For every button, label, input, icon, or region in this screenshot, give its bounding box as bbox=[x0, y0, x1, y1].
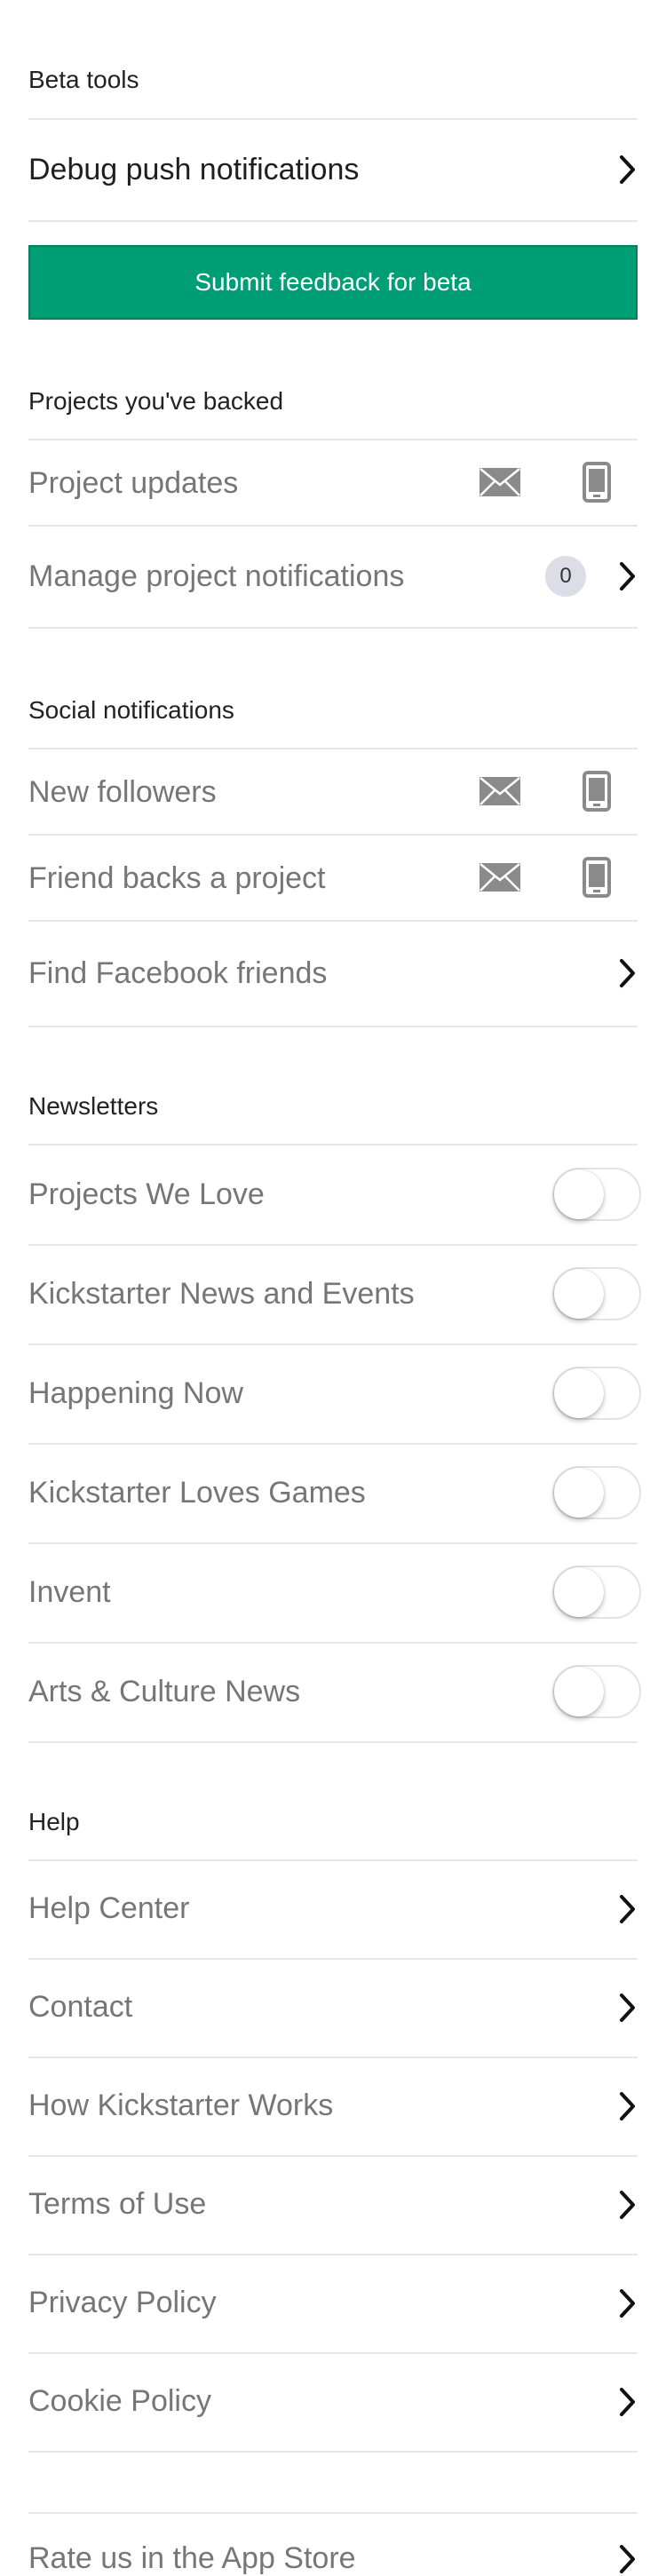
chevron-right-icon bbox=[618, 2544, 638, 2574]
count-badge: 0 bbox=[545, 556, 586, 597]
divider bbox=[28, 1741, 638, 1743]
new-followers-row: New followers bbox=[28, 749, 638, 834]
toggle-knob bbox=[554, 1468, 604, 1518]
row-label: Invent bbox=[28, 1575, 111, 1609]
chevron-right-icon bbox=[618, 561, 638, 591]
row-label: Manage project notifications bbox=[28, 559, 405, 593]
friend-backs-project-row: Friend backs a project bbox=[28, 835, 638, 920]
newsletter-row-invent: Invent bbox=[28, 1543, 641, 1642]
newsletter-toggle[interactable] bbox=[552, 1168, 641, 1221]
chevron-right-icon bbox=[618, 2190, 638, 2220]
newsletter-row-arts-culture: Arts & Culture News bbox=[28, 1643, 641, 1741]
row-label: Happening Now bbox=[28, 1376, 243, 1410]
row-label: Kickstarter News and Events bbox=[28, 1277, 415, 1311]
row-label: New followers bbox=[28, 775, 217, 809]
manage-project-notifications-row[interactable]: Manage project notifications 0 bbox=[28, 526, 638, 627]
phone-notification-icon[interactable] bbox=[583, 771, 611, 812]
chevron-right-icon bbox=[618, 155, 638, 185]
divider bbox=[28, 2451, 638, 2453]
row-label: Projects We Love bbox=[28, 1177, 265, 1211]
chevron-right-icon bbox=[618, 2288, 638, 2318]
newsletter-toggle[interactable] bbox=[552, 1367, 641, 1420]
row-label: Terms of Use bbox=[28, 2187, 207, 2221]
row-label: How Kickstarter Works bbox=[28, 2089, 334, 2122]
newsletter-row-kickstarter-news: Kickstarter News and Events bbox=[28, 1245, 641, 1343]
toggle-knob bbox=[554, 1269, 604, 1319]
newsletter-toggle[interactable] bbox=[552, 1565, 641, 1619]
row-label: Help Center bbox=[28, 1891, 190, 1925]
help-row-privacy-policy[interactable]: Privacy Policy bbox=[28, 2255, 638, 2352]
toggle-knob bbox=[554, 1567, 604, 1617]
divider bbox=[28, 627, 638, 629]
chevron-right-icon bbox=[618, 958, 638, 988]
phone-notification-icon[interactable] bbox=[583, 857, 611, 898]
project-updates-row: Project updates bbox=[28, 440, 638, 525]
help-row-contact[interactable]: Contact bbox=[28, 1959, 638, 2057]
divider bbox=[28, 220, 638, 222]
toggle-knob bbox=[554, 1368, 604, 1418]
email-notification-icon[interactable] bbox=[480, 777, 520, 805]
row-label: Project updates bbox=[28, 466, 239, 500]
phone-notification-icon[interactable] bbox=[583, 462, 611, 503]
toggle-knob bbox=[554, 1667, 604, 1716]
help-row-how-kickstarter-works[interactable]: How Kickstarter Works bbox=[28, 2057, 638, 2155]
row-label: Find Facebook friends bbox=[28, 956, 328, 990]
submit-feedback-button[interactable]: Submit feedback for beta bbox=[28, 245, 638, 320]
chevron-right-icon bbox=[618, 1993, 638, 2023]
chevron-right-icon bbox=[618, 1894, 638, 1924]
row-label: Rate us in the App Store bbox=[28, 2541, 356, 2575]
divider bbox=[28, 1026, 638, 1027]
section-title-projects-backed: Projects you've backed bbox=[28, 387, 284, 415]
section-title-social-notifications: Social notifications bbox=[28, 696, 234, 724]
rate-app-store-row[interactable]: Rate us in the App Store bbox=[28, 2513, 638, 2575]
section-title-newsletters: Newsletters bbox=[28, 1092, 159, 1120]
row-label: Arts & Culture News bbox=[28, 1675, 301, 1708]
debug-push-notifications-row[interactable]: Debug push notifications bbox=[28, 119, 638, 220]
row-label: Privacy Policy bbox=[28, 2286, 217, 2319]
newsletter-toggle[interactable] bbox=[552, 1665, 641, 1718]
row-label: Kickstarter Loves Games bbox=[28, 1476, 366, 1510]
section-title-help: Help bbox=[28, 1808, 80, 1835]
row-label: Cookie Policy bbox=[28, 2384, 211, 2418]
email-notification-icon[interactable] bbox=[480, 863, 520, 892]
newsletter-toggle[interactable] bbox=[552, 1267, 641, 1320]
help-row-help-center[interactable]: Help Center bbox=[28, 1860, 638, 1958]
toggle-knob bbox=[554, 1169, 604, 1219]
row-label: Friend backs a project bbox=[28, 861, 326, 895]
help-row-cookie-policy[interactable]: Cookie Policy bbox=[28, 2353, 638, 2451]
row-label: Contact bbox=[28, 1990, 133, 2024]
chevron-right-icon bbox=[618, 2091, 638, 2121]
row-label: Debug push notifications bbox=[28, 153, 360, 186]
chevron-right-icon bbox=[618, 2387, 638, 2417]
email-notification-icon[interactable] bbox=[480, 468, 520, 496]
section-title-beta-tools: Beta tools bbox=[28, 66, 139, 93]
newsletter-toggle[interactable] bbox=[552, 1466, 641, 1519]
help-row-terms-of-use[interactable]: Terms of Use bbox=[28, 2156, 638, 2254]
newsletter-row-loves-games: Kickstarter Loves Games bbox=[28, 1444, 641, 1542]
newsletter-row-happening-now: Happening Now bbox=[28, 1344, 641, 1443]
newsletter-row-projects-we-love: Projects We Love bbox=[28, 1145, 641, 1244]
find-facebook-friends-row[interactable]: Find Facebook friends bbox=[28, 921, 638, 1026]
